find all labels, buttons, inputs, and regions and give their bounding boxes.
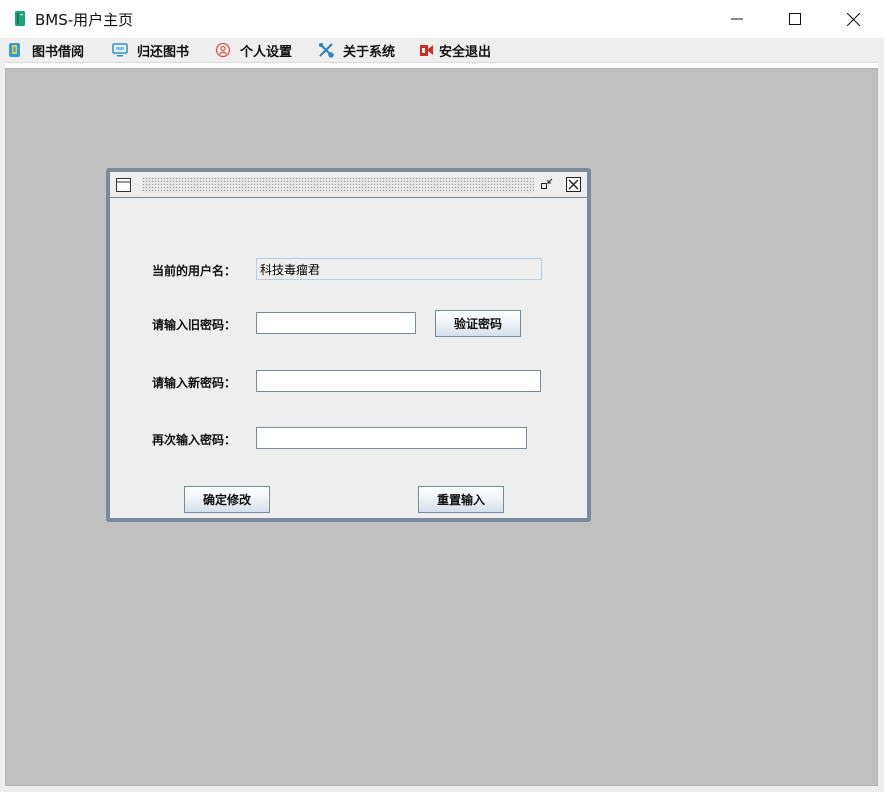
new-password-label: 请输入新密码： xyxy=(152,376,237,390)
window-frame-bottom xyxy=(0,786,884,792)
exit-icon xyxy=(419,42,435,58)
menu-label: 归还图书 xyxy=(137,44,190,60)
menu-item-about-system[interactable]: 关于系统 xyxy=(318,38,395,62)
drag-grip[interactable] xyxy=(142,177,534,193)
current-user-field: 科技毒瘤君 xyxy=(256,258,542,280)
confirm-change-button[interactable]: 确定修改 xyxy=(184,486,270,513)
maximize-icon xyxy=(789,13,801,25)
app-book-icon xyxy=(15,11,25,26)
minimize-button[interactable] xyxy=(708,0,766,38)
restore-icon[interactable] xyxy=(540,177,554,191)
maximize-button[interactable] xyxy=(766,0,824,38)
close-frame-icon[interactable] xyxy=(566,177,581,192)
internal-frame-title-bar[interactable] xyxy=(110,172,587,198)
user-settings-icon xyxy=(215,42,231,58)
menu-label: 安全退出 xyxy=(439,44,492,60)
menu-label: 图书借阅 xyxy=(32,44,85,60)
new-password-field[interactable] xyxy=(256,370,541,392)
menu-item-safe-exit[interactable]: 安全退出 xyxy=(419,38,491,62)
window-frame-right xyxy=(878,62,884,792)
old-password-label: 请输入旧密码： xyxy=(152,318,237,332)
confirm-password-field[interactable] xyxy=(256,427,527,449)
menu-label: 关于系统 xyxy=(343,44,396,60)
book-borrow-icon xyxy=(7,42,23,58)
reset-input-button[interactable]: 重置输入 xyxy=(418,486,504,513)
frame-window-icon xyxy=(116,178,131,192)
tools-icon xyxy=(318,42,334,58)
monitor-icon xyxy=(112,42,128,58)
verify-password-button[interactable]: 验证密码 xyxy=(435,310,521,337)
menu-item-return-books[interactable]: 归还图书 xyxy=(112,38,189,62)
menu-bar: 图书借阅 归还图书 个人设置 关于系统 安全退出 xyxy=(0,38,884,63)
menu-item-personal-settings[interactable]: 个人设置 xyxy=(215,38,292,62)
menu-item-borrow-books[interactable]: 图书借阅 xyxy=(7,38,84,62)
close-icon xyxy=(846,12,860,26)
menu-label: 个人设置 xyxy=(240,44,293,60)
old-password-field[interactable] xyxy=(256,312,416,334)
confirm-password-label: 再次输入密码： xyxy=(152,433,237,447)
current-user-label: 当前的用户名： xyxy=(152,264,237,278)
window-title: BMS-用户主页 xyxy=(35,11,134,29)
minimize-icon xyxy=(731,18,743,20)
change-password-internal-frame: 当前的用户名： 科技毒瘤君 请输入旧密码： 验证密码 请输入新密码： 再次输入密… xyxy=(106,168,591,522)
window-title-bar[interactable]: BMS-用户主页 xyxy=(0,0,884,38)
close-window-button[interactable] xyxy=(824,0,882,38)
